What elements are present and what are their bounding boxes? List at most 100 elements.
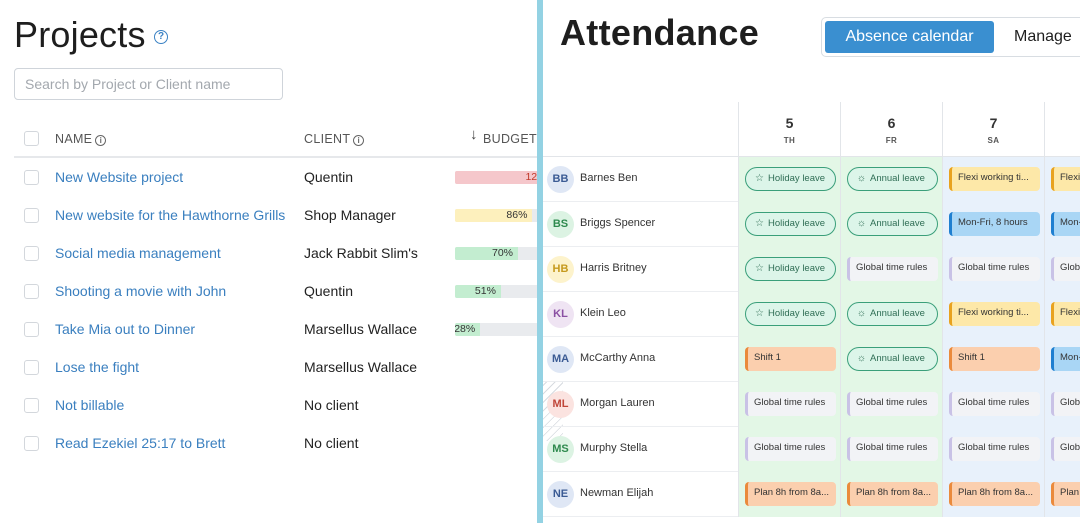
day-cell[interactable]: Plan 8h from 8a... xyxy=(738,472,840,517)
day-cell[interactable]: Mon- xyxy=(1044,202,1080,247)
day-cell[interactable]: Globa xyxy=(1044,382,1080,427)
row-checkbox[interactable] xyxy=(24,246,39,261)
day-cell[interactable]: ☆ Holiday leave xyxy=(738,247,840,292)
chip-label: Annual leave xyxy=(870,308,925,319)
project-name-link[interactable]: Take Mia out to Dinner xyxy=(55,321,195,337)
global-chip[interactable]: Globa xyxy=(1051,257,1080,281)
global-chip[interactable]: Globa xyxy=(1051,437,1080,461)
global-chip[interactable]: Global time rules xyxy=(949,437,1040,461)
day-cell[interactable]: Plan 8h from 8a... xyxy=(942,472,1044,517)
shift-chip[interactable]: Shift 1 xyxy=(949,347,1040,371)
holiday-chip[interactable]: ☆ Holiday leave xyxy=(745,302,836,326)
day-cell[interactable]: Mon- xyxy=(1044,337,1080,382)
project-name-link[interactable]: Lose the fight xyxy=(55,359,139,375)
global-chip[interactable]: Globa xyxy=(1051,392,1080,416)
project-name-link[interactable]: Social media management xyxy=(55,245,221,261)
day-cell[interactable]: Flexi working ti... xyxy=(942,157,1044,202)
tab-manage[interactable]: Manage xyxy=(1014,21,1072,53)
global-chip[interactable]: Global time rules xyxy=(847,257,938,281)
day-cell[interactable]: Global time rules xyxy=(840,247,942,292)
row-checkbox[interactable] xyxy=(24,170,39,185)
day-cell[interactable]: Flexi working ti... xyxy=(942,292,1044,337)
sort-arrow-down-icon[interactable]: ↓ xyxy=(470,126,478,143)
row-checkbox[interactable] xyxy=(24,398,39,413)
select-all-checkbox[interactable] xyxy=(24,131,39,146)
day-cell[interactable]: Global time rules xyxy=(840,427,942,472)
row-checkbox[interactable] xyxy=(24,360,39,375)
info-icon[interactable]: i xyxy=(95,135,107,146)
project-name-link[interactable]: Shooting a movie with John xyxy=(55,283,226,299)
annual-chip[interactable]: ☼ Annual leave xyxy=(847,212,938,236)
day-cell[interactable]: Global time rules xyxy=(840,382,942,427)
project-name-link[interactable]: Read Ezekiel 25:17 to Brett xyxy=(55,435,225,451)
project-name-link[interactable]: New Website project xyxy=(55,169,183,185)
global-chip[interactable]: Global time rules xyxy=(745,392,836,416)
day-cell[interactable]: Global time rules xyxy=(942,427,1044,472)
day-cell[interactable]: Global time rules xyxy=(942,247,1044,292)
row-checkbox[interactable] xyxy=(24,436,39,451)
day-cell[interactable]: Plan xyxy=(1044,472,1080,517)
day-cell[interactable]: Global time rules xyxy=(738,382,840,427)
global-chip[interactable]: Global time rules xyxy=(745,437,836,461)
column-header-name[interactable]: NAME i xyxy=(55,132,107,146)
project-name-link[interactable]: Not billable xyxy=(55,397,124,413)
chip-label: Global time rules xyxy=(754,442,826,453)
day-cell[interactable]: Global time rules xyxy=(738,427,840,472)
sun-icon: ☼ xyxy=(856,218,867,229)
flexi-chip[interactable]: Flexi working ti... xyxy=(949,167,1040,191)
plan-chip[interactable]: Plan 8h from 8a... xyxy=(847,482,938,506)
day-cell[interactable]: Plan 8h from 8a... xyxy=(840,472,942,517)
plan-chip[interactable]: Plan 8h from 8a... xyxy=(745,482,836,506)
day-cell[interactable]: Globa xyxy=(1044,247,1080,292)
shift-chip[interactable]: Shift 1 xyxy=(745,347,836,371)
flexi-chip[interactable]: Flexi working ti... xyxy=(949,302,1040,326)
help-icon[interactable]: ? xyxy=(154,30,168,44)
info-icon[interactable]: i xyxy=(353,135,365,146)
row-checkbox[interactable] xyxy=(24,322,39,337)
plan-chip[interactable]: Plan 8h from 8a... xyxy=(949,482,1040,506)
flexi-chip[interactable]: Flexi xyxy=(1051,302,1080,326)
search-input[interactable] xyxy=(14,68,283,100)
project-name-link[interactable]: New website for the Hawthorne Grills xyxy=(55,207,285,223)
chip-label: Shift 1 xyxy=(958,352,985,363)
global-chip[interactable]: Global time rules xyxy=(847,392,938,416)
annual-chip[interactable]: ☼ Annual leave xyxy=(847,302,938,326)
day-cell[interactable]: ☼ Annual leave xyxy=(840,202,942,247)
row-checkbox[interactable] xyxy=(24,208,39,223)
annual-chip[interactable]: ☼ Annual leave xyxy=(847,167,938,191)
sun-icon: ☼ xyxy=(856,173,867,184)
holiday-chip[interactable]: ☆ Holiday leave xyxy=(745,212,836,236)
annual-chip[interactable]: ☼ Annual leave xyxy=(847,347,938,371)
day-cell[interactable]: Mon-Fri, 8 hours xyxy=(942,202,1044,247)
global-chip[interactable]: Global time rules xyxy=(847,437,938,461)
monfri-chip[interactable]: Mon-Fri, 8 hours xyxy=(949,212,1040,236)
day-cell[interactable]: ☆ Holiday leave xyxy=(738,292,840,337)
holiday-chip[interactable]: ☆ Holiday leave xyxy=(745,257,836,281)
day-cell[interactable]: ☆ Holiday leave xyxy=(738,202,840,247)
day-cell[interactable]: Flexi xyxy=(1044,292,1080,337)
monfri-chip[interactable]: Mon- xyxy=(1051,212,1080,236)
column-header-client[interactable]: CLIENT i xyxy=(304,132,365,146)
day-cell[interactable]: Globa xyxy=(1044,427,1080,472)
monfri-chip[interactable]: Mon- xyxy=(1051,347,1080,371)
day-cell[interactable]: ☼ Annual leave xyxy=(840,337,942,382)
day-cell[interactable]: Shift 1 xyxy=(738,337,840,382)
day-cell[interactable]: Shift 1 xyxy=(942,337,1044,382)
global-chip[interactable]: Global time rules xyxy=(949,392,1040,416)
day-cell[interactable]: ☆ Holiday leave xyxy=(738,157,840,202)
table-row: Social media management Jack Rabbit Slim'… xyxy=(14,234,537,272)
day-cell[interactable]: Flexi xyxy=(1044,157,1080,202)
avatar: HB xyxy=(547,256,574,283)
day-cell[interactable]: ☼ Annual leave xyxy=(840,292,942,337)
column-header-budget[interactable]: BUDGET xyxy=(483,132,537,146)
chip-label: Mon- xyxy=(1060,352,1080,363)
day-cell[interactable]: ☼ Annual leave xyxy=(840,157,942,202)
day-cell[interactable]: Global time rules xyxy=(942,382,1044,427)
chip-label: Holiday leave xyxy=(768,218,826,229)
global-chip[interactable]: Global time rules xyxy=(949,257,1040,281)
holiday-chip[interactable]: ☆ Holiday leave xyxy=(745,167,836,191)
tab-absence-calendar[interactable]: Absence calendar xyxy=(825,21,994,53)
plan-chip[interactable]: Plan xyxy=(1051,482,1080,506)
row-checkbox[interactable] xyxy=(24,284,39,299)
flexi-chip[interactable]: Flexi xyxy=(1051,167,1080,191)
